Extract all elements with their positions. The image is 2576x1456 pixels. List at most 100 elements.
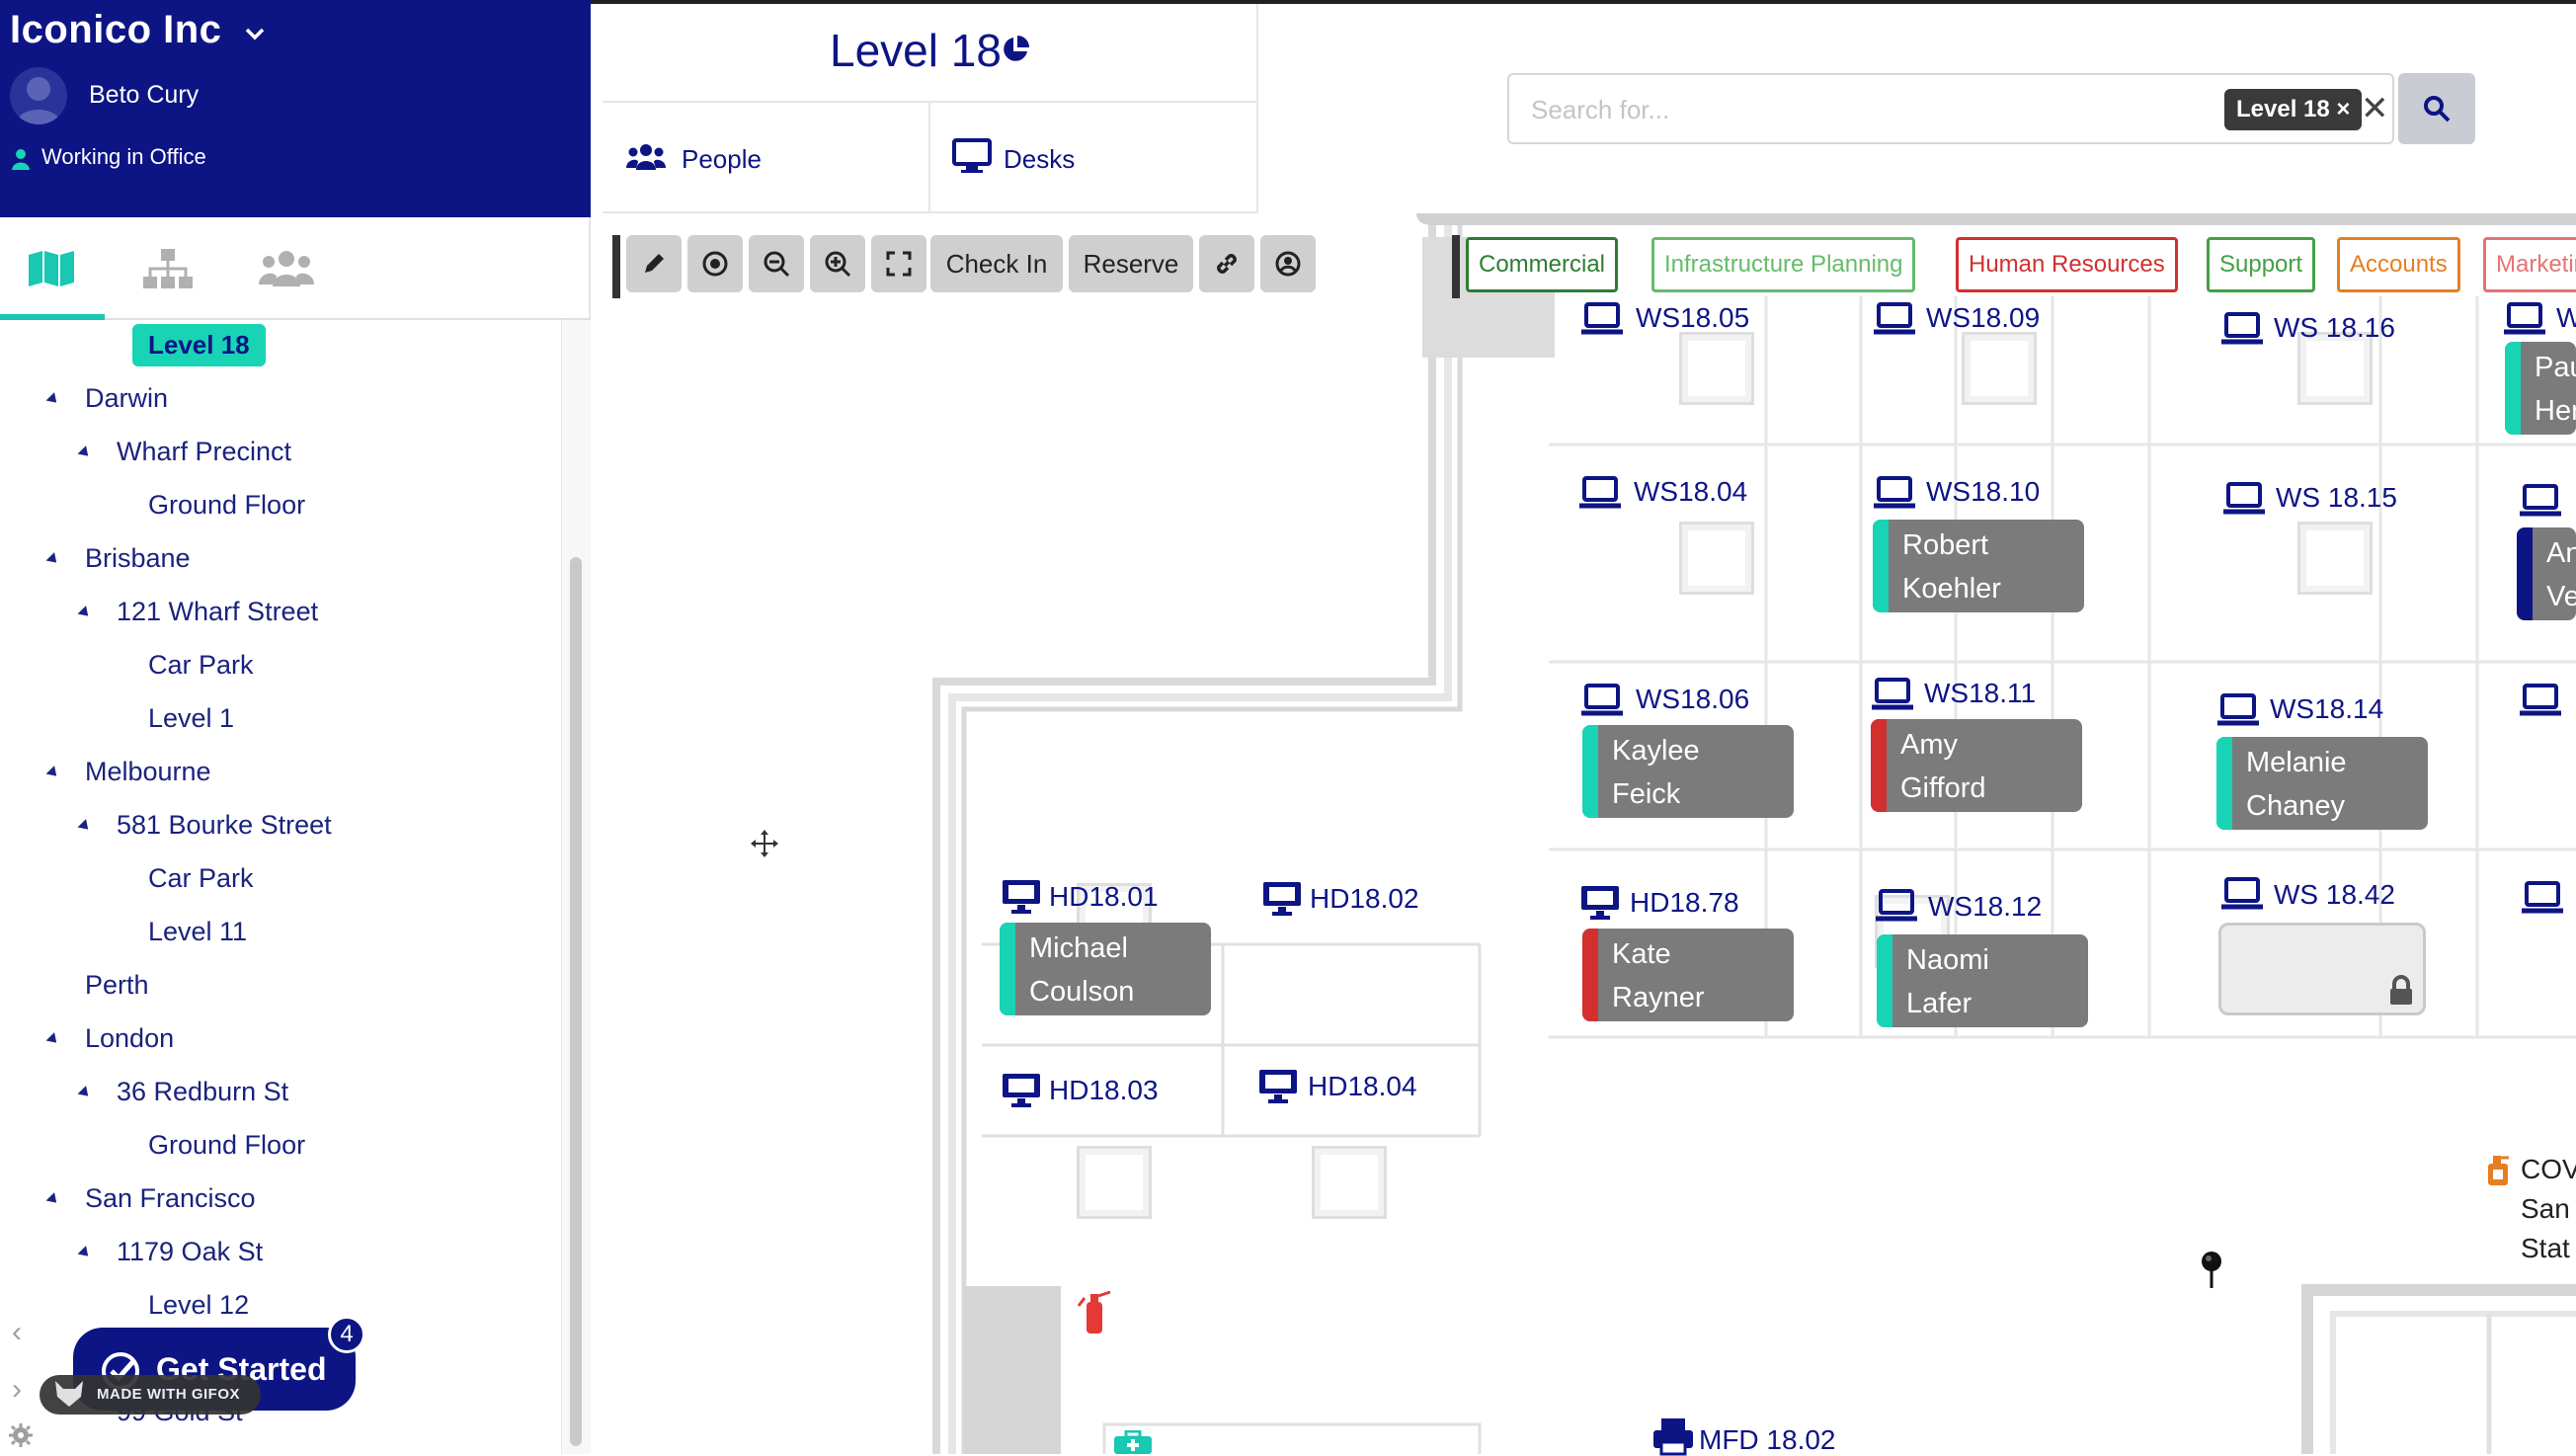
- selected-level[interactable]: Level 18: [132, 324, 266, 366]
- occupant-card[interactable]: Kate Rayner: [1582, 929, 1794, 1021]
- expand-toggle-icon[interactable]: [77, 606, 93, 620]
- desk-label[interactable]: WS18.14: [2270, 693, 2383, 725]
- expand-toggle-icon[interactable]: [45, 392, 61, 407]
- dept-commercial[interactable]: Commercial: [1466, 237, 1619, 292]
- work-status[interactable]: Working in Office: [41, 144, 206, 170]
- dept-marketing[interactable]: Marketing: [2483, 237, 2576, 292]
- desk-label[interactable]: HD18.03: [1049, 1075, 1159, 1106]
- desk-label[interactable]: WS18.10: [1926, 476, 2040, 508]
- avatar[interactable]: [10, 67, 67, 124]
- hierarchy-icon[interactable]: [138, 241, 198, 296]
- tree-item[interactable]: 121 Wharf Street: [117, 597, 318, 627]
- empty-desk[interactable]: [1679, 332, 1754, 405]
- desk-label[interactable]: WS 18.42: [2274, 879, 2395, 911]
- team-icon[interactable]: [257, 241, 316, 296]
- desk-label[interactable]: W: [2556, 302, 2576, 334]
- tree-item[interactable]: Car Park: [148, 650, 254, 681]
- tab-people[interactable]: People: [603, 103, 930, 213]
- pie-chart-icon[interactable]: [1000, 34, 1031, 65]
- occupant-card[interactable]: Pau Hen: [2505, 342, 2576, 435]
- desk-label[interactable]: HD18.04: [1308, 1071, 1417, 1102]
- gear-icon[interactable]: [8, 1422, 34, 1448]
- tree-item[interactable]: Perth: [85, 970, 149, 1001]
- org-name[interactable]: Iconico Inc: [10, 8, 221, 52]
- desk-label[interactable]: WS18.06: [1636, 684, 1749, 715]
- zoom-in-button[interactable]: [810, 235, 865, 292]
- desk-label[interactable]: MFD 18.02: [1699, 1424, 1836, 1456]
- search-input[interactable]: [1529, 91, 2122, 128]
- chevron-left-icon[interactable]: ‹: [12, 1316, 22, 1349]
- desk-label[interactable]: HD18.02: [1310, 883, 1419, 915]
- dept-infrastructure-planning[interactable]: Infrastructure Planning: [1651, 237, 1916, 292]
- expand-toggle-icon[interactable]: [45, 766, 61, 780]
- zoom-out-button[interactable]: [749, 235, 804, 292]
- fullscreen-button[interactable]: [871, 235, 926, 292]
- desk-label[interactable]: WS18.09: [1926, 302, 2040, 334]
- tree-item[interactable]: San Francisco: [85, 1183, 256, 1214]
- desk-label[interactable]: WS18.12: [1928, 891, 2042, 923]
- expand-toggle-icon[interactable]: [77, 1086, 93, 1100]
- desk-label[interactable]: WS18.05: [1636, 302, 1749, 334]
- locked-desk[interactable]: [2218, 923, 2426, 1015]
- tree-scrollbar[interactable]: [561, 320, 591, 1454]
- search-filter-tag[interactable]: Level 18 ×: [2224, 89, 2363, 130]
- tree-item[interactable]: Ground Floor: [148, 1130, 305, 1161]
- expand-toggle-icon[interactable]: [45, 1192, 61, 1207]
- check-in-button[interactable]: Check In: [930, 235, 1063, 292]
- chevron-down-icon[interactable]: [243, 22, 267, 45]
- expand-toggle-icon[interactable]: [45, 552, 61, 567]
- tree-item[interactable]: 581 Bourke Street: [117, 810, 332, 841]
- desk-label[interactable]: WS 18.16: [2274, 312, 2395, 344]
- expand-toggle-icon[interactable]: [45, 1032, 61, 1047]
- occupant-card[interactable]: An Ve: [2517, 527, 2576, 620]
- user-circle-button[interactable]: [1260, 235, 1316, 292]
- expand-toggle-icon[interactable]: [77, 1246, 93, 1260]
- empty-desk[interactable]: [1077, 1146, 1152, 1219]
- tree-item[interactable]: London: [85, 1023, 174, 1054]
- tab-desks[interactable]: Desks: [930, 103, 1258, 213]
- occupant-card[interactable]: Naomi Lafer: [1877, 934, 2088, 1027]
- close-icon[interactable]: ×: [2336, 96, 2350, 122]
- search-button[interactable]: [2398, 73, 2475, 144]
- occupant-card[interactable]: Melanie Chaney: [2216, 737, 2428, 830]
- scroll-thumb[interactable]: [570, 557, 582, 1446]
- empty-desk[interactable]: [1679, 522, 1754, 595]
- tree-item[interactable]: Level 1: [148, 703, 234, 734]
- link-button[interactable]: [1199, 235, 1254, 292]
- occupant-card[interactable]: Michael Coulson: [1000, 923, 1211, 1015]
- chevron-right-icon[interactable]: ›: [12, 1373, 22, 1407]
- tree-item[interactable]: Level 12: [148, 1290, 249, 1321]
- empty-desk[interactable]: [2297, 522, 2373, 595]
- map-icon[interactable]: [22, 241, 81, 296]
- edit-button[interactable]: [626, 235, 682, 292]
- reserve-button[interactable]: Reserve: [1069, 235, 1193, 292]
- floor-map[interactable]: [603, 213, 2576, 1454]
- tree-item[interactable]: Wharf Precinct: [117, 437, 291, 467]
- map-pin-icon[interactable]: [2199, 1251, 2224, 1290]
- tree-item[interactable]: Ground Floor: [148, 490, 305, 521]
- clear-icon[interactable]: ✕: [2361, 89, 2389, 128]
- occupant-card[interactable]: Kaylee Feick: [1582, 725, 1794, 818]
- tree-item[interactable]: Brisbane: [85, 543, 191, 574]
- desk-label[interactable]: WS18.11: [1924, 678, 2036, 709]
- empty-desk[interactable]: [1312, 1146, 1387, 1219]
- tree-item[interactable]: Level 11: [148, 917, 247, 947]
- dept-support[interactable]: Support: [2207, 237, 2316, 292]
- expand-toggle-icon[interactable]: [77, 445, 93, 460]
- tree-item[interactable]: Darwin: [85, 383, 168, 414]
- desk-label[interactable]: HD18.01: [1049, 881, 1159, 913]
- desk-label[interactable]: WS18.04: [1634, 476, 1747, 508]
- tree-item[interactable]: 36 Redburn St: [117, 1077, 288, 1107]
- locate-button[interactable]: [687, 235, 743, 292]
- dept-accounts[interactable]: Accounts: [2337, 237, 2460, 292]
- desk-label[interactable]: WS 18.15: [2276, 482, 2397, 514]
- occupant-card[interactable]: Amy Gifford: [1871, 719, 2082, 812]
- empty-desk[interactable]: [1962, 332, 2037, 405]
- tree-item[interactable]: 1179 Oak St: [117, 1237, 263, 1267]
- expand-toggle-icon[interactable]: [77, 819, 93, 834]
- dept-human-resources[interactable]: Human Resources: [1956, 237, 2178, 292]
- tree-item[interactable]: Car Park: [148, 863, 254, 894]
- desk-label[interactable]: HD18.78: [1630, 887, 1739, 919]
- tree-item[interactable]: Melbourne: [85, 757, 211, 787]
- occupant-card[interactable]: Robert Koehler: [1873, 520, 2084, 612]
